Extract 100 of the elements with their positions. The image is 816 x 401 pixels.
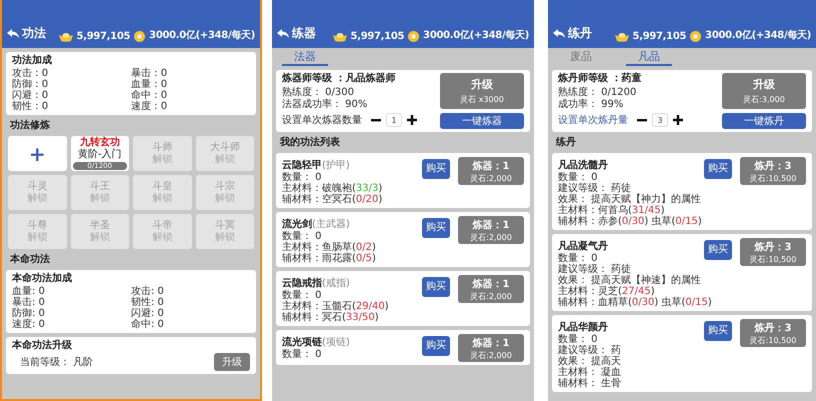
unlock-text: 解锁 (214, 154, 235, 166)
tab[interactable]: 凡品 (626, 50, 672, 66)
material-text: 辅材料：血精草(0/30) 虫草(0/15) (558, 297, 713, 308)
info-text: 建议等级： 药 (558, 345, 622, 356)
locked-slot[interactable]: 斗灵 解锁 (8, 175, 66, 210)
info-text: 数量： 0 (282, 231, 323, 242)
batch-craft-button[interactable]: 一键炼器 (440, 113, 524, 129)
item-name: 凡品凝气丹 (558, 241, 608, 252)
item-name: 流光剑(主武器) (282, 219, 350, 230)
quantity-field[interactable]: 3 (652, 113, 668, 127)
info-text: 数量： 0 (558, 334, 599, 345)
stat-text: 血量 : 0 (131, 79, 168, 90)
unlock-text: 解锁 (214, 232, 235, 244)
craft-button[interactable]: 炼器：1 灵石:2,000 (458, 275, 524, 303)
material-text: 主材料：破魄袍(33/3) (282, 183, 384, 194)
locked-slot[interactable]: 斗师 解锁 (133, 136, 192, 171)
info-text: 主材料： 凝血 (558, 367, 622, 378)
info-text: 效果： 提高天 (558, 356, 622, 367)
material-text: 辅材料：雨花露(0/5) (282, 253, 377, 264)
stat-text: 速度 : 0 (131, 101, 168, 112)
locked-slot[interactable]: 斗尊 解锁 (8, 214, 66, 249)
buy-button[interactable]: 购买 (422, 218, 450, 238)
stat-text: 闪避 : 0 (12, 90, 50, 101)
unlock-text: 解锁 (27, 232, 48, 244)
stat-text: 韧性: 0 (131, 297, 165, 308)
increase-button[interactable] (673, 115, 683, 125)
info-text: 数量： 0 (282, 290, 323, 301)
realm-name: 斗灵 (27, 180, 48, 192)
locked-slot[interactable]: 大斗师 解锁 (196, 136, 254, 171)
item-name: 云隐轻甲(护甲) (282, 160, 350, 171)
skill-name: 九转玄功 (80, 137, 120, 148)
locked-slot[interactable]: 斗帝 解锁 (133, 214, 192, 249)
stat-text: 韧性 : 0 (12, 101, 50, 112)
craft-button[interactable]: 炼器：1 灵石:2,000 (458, 334, 524, 362)
quantity-label: 设置单次炼器数量 (282, 114, 362, 127)
realm-name: 斗帝 (152, 220, 172, 232)
unlock-text: 解锁 (90, 232, 110, 244)
material-text: 主材料：玉髓石(29/40) (282, 301, 390, 312)
info-text: 数量： 0 (558, 253, 599, 264)
level-text: 当前等级： 凡阶 (20, 356, 94, 368)
craft-button[interactable]: 炼丹：3 灵石:10,500 (740, 157, 806, 185)
unlock-text: 解锁 (214, 192, 235, 204)
back-arrow-icon (553, 28, 565, 38)
section-title: 功法修炼 (9, 119, 51, 132)
coin-icon (690, 31, 702, 42)
craft-button[interactable]: 炼丹：3 灵石:10,500 (740, 319, 806, 347)
buy-button[interactable]: 购买 (422, 336, 450, 356)
master-level: 炼丹师等级 ：药童 (558, 73, 642, 85)
skill-rank: 黄阶-入门 (78, 149, 122, 161)
spirit-stone-amount: 3000.0亿(+348/每天) (149, 28, 255, 42)
buy-button[interactable]: 购买 (422, 277, 450, 297)
realm-name: 大斗师 (210, 142, 240, 154)
tab[interactable]: 法器 (282, 50, 328, 66)
tab[interactable]: 废品 (558, 50, 604, 66)
plus-icon (407, 115, 417, 125)
craft-button[interactable]: 炼丹：3 灵石:10,500 (740, 238, 806, 266)
increase-button[interactable] (407, 115, 417, 125)
craft-button[interactable]: 炼器：1 灵石:2,000 (458, 157, 524, 185)
material-text: 主材料：鱼肠草(0/2) (282, 242, 377, 253)
realm-name: 斗皇 (152, 180, 172, 192)
upgrade-button[interactable]: 升级 灵石 x3000 (440, 73, 524, 109)
material-text: 主材料：灵芝(27/45) (558, 286, 656, 297)
item-name: 云隐戒指(戒指) (282, 278, 350, 289)
master-level: 炼器师等级 ：凡品炼器师 (282, 73, 396, 85)
stat-text: 血量: 0 (12, 286, 46, 297)
coin-icon (134, 31, 146, 42)
info-text: 数量： 0 (282, 172, 322, 183)
buy-button[interactable]: 购买 (704, 159, 732, 179)
upgrade-button[interactable]: 升级 (214, 353, 250, 371)
batch-craft-button[interactable]: 一键炼丹 (722, 113, 806, 129)
back-button[interactable]: 功法 (7, 25, 46, 42)
info-text: 辅材料： 生骨 (558, 378, 622, 389)
add-skill-button[interactable]: + (8, 136, 66, 171)
buy-button[interactable]: 购买 (704, 321, 732, 341)
back-button[interactable]: 练丹 (553, 25, 592, 42)
unlock-text: 解锁 (90, 192, 110, 204)
back-button[interactable]: 练器 (277, 25, 316, 42)
section-title: 练丹 (554, 136, 577, 149)
quantity-field[interactable]: 1 (386, 113, 402, 127)
buy-button[interactable]: 购买 (704, 240, 732, 260)
buy-button[interactable]: 购买 (422, 159, 450, 179)
info-text: 效果： 提高天赋【神力】的属性 (558, 194, 702, 205)
locked-slot[interactable]: 斗宗 解锁 (196, 175, 254, 210)
locked-slot[interactable]: 半圣 解锁 (70, 214, 129, 249)
stat-text: 命中: 0 (131, 319, 165, 330)
spirit-stone-amount: 3000.0亿(+348/每天) (705, 28, 811, 42)
realm-name: 斗王 (90, 180, 110, 192)
locked-slot[interactable]: 斗王 解锁 (70, 175, 129, 210)
info-text: 数量： 0 (558, 172, 599, 183)
section-title: 本命功法 (8, 253, 51, 266)
locked-slot[interactable]: 斗冥 解锁 (196, 214, 254, 249)
quantity-link[interactable]: 设置单次炼丹量 (558, 113, 628, 127)
stat-text: 闪避: 0 (131, 308, 165, 319)
stat-text: 命中 : 0 (131, 90, 168, 101)
info-text: 效果： 提高天赋【神速】的属性 (558, 275, 702, 286)
locked-slot[interactable]: 斗皇 解锁 (133, 175, 192, 210)
craft-button[interactable]: 炼器：1 灵石:2,000 (458, 216, 524, 244)
material-text: 辅材料：冥石(33/50) (282, 312, 380, 323)
upgrade-button[interactable]: 升级 灵石:3,000 (722, 73, 806, 109)
ingot-amount: 5,997,105 (350, 31, 404, 42)
